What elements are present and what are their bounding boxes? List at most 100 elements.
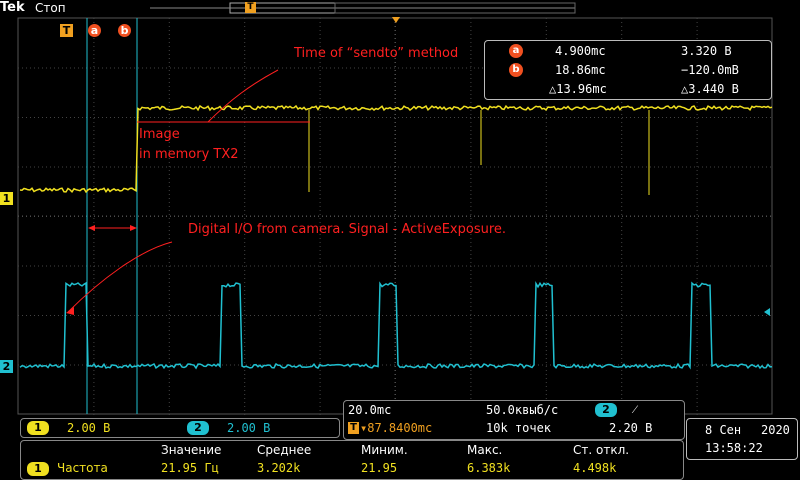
grid-dot	[168, 54, 170, 55]
grid-dot	[696, 274, 698, 275]
grid-dot	[686, 117, 687, 118]
grid-dot	[470, 270, 472, 271]
grid-dot	[244, 358, 246, 359]
trigger-marker[interactable]: T	[60, 24, 73, 37]
trigger-position[interactable]: ▾87.8400mc	[360, 421, 432, 435]
meas-name[interactable]: Частота	[57, 461, 108, 475]
grid-dot	[286, 265, 287, 267]
grid-dot	[696, 270, 698, 271]
grid-dot	[534, 166, 535, 168]
grid-dot	[174, 166, 175, 168]
grid-dot	[694, 117, 695, 118]
grid-dot	[319, 202, 321, 203]
grid-dot	[18, 364, 19, 366]
trigger-channel-badge[interactable]: 2	[595, 403, 617, 417]
grid-dot	[621, 34, 623, 35]
grid-dot	[22, 315, 23, 316]
grid-dot	[294, 265, 295, 267]
grid-dot	[545, 346, 547, 347]
trigger-slope-icon[interactable]: ⁄	[634, 402, 636, 417]
grid-dot	[319, 298, 321, 299]
grid-dot	[130, 166, 131, 168]
grid-dot	[168, 70, 170, 71]
grid-dot	[586, 364, 587, 366]
grid-dot	[93, 94, 95, 95]
grid-dot	[358, 265, 359, 267]
grid-dot	[218, 265, 219, 267]
grid-dot	[93, 406, 95, 407]
grid-dot	[318, 315, 319, 316]
meas-channel-badge[interactable]: 1	[27, 462, 49, 476]
grid-dot	[545, 310, 547, 311]
grid-dot	[38, 67, 39, 69]
grid-dot	[244, 42, 246, 43]
grid-dot	[244, 370, 246, 371]
grid-dot	[93, 114, 95, 115]
grid-dot	[696, 374, 698, 375]
grid-dot	[422, 364, 423, 366]
grid-dot	[545, 194, 547, 195]
grid-dot	[250, 166, 251, 168]
grid-dot	[319, 98, 321, 99]
ch1-scale[interactable]: 2.00 B	[67, 421, 110, 435]
grid-dot	[246, 315, 247, 316]
grid-dot	[226, 166, 227, 168]
grid-dot	[718, 166, 719, 168]
grid-dot	[244, 242, 246, 243]
ch2-scale[interactable]: 2.00 B	[227, 421, 270, 435]
grid-dot	[470, 74, 472, 75]
grid-dot	[110, 67, 111, 69]
grid-dot	[621, 154, 623, 155]
grid-dot	[230, 166, 231, 168]
grid-dot	[74, 364, 75, 366]
grid-dot	[470, 46, 472, 47]
ch2-badge[interactable]: 2	[187, 421, 209, 435]
grid-dot	[168, 86, 170, 87]
trigger-level[interactable]: 2.20 B	[609, 421, 652, 435]
grid-dot	[118, 166, 119, 168]
grid-dot	[62, 117, 63, 118]
record-length: 10k точек	[486, 421, 552, 435]
grid-dot	[621, 214, 623, 215]
grid-dot	[94, 117, 95, 118]
grid-dot	[319, 398, 321, 399]
grid-dot	[545, 246, 547, 247]
grid-dot	[322, 67, 323, 69]
grid-dot	[545, 258, 547, 259]
ch1-badge[interactable]: 1	[27, 421, 49, 435]
ch1-level-marker[interactable]: 1	[0, 192, 13, 205]
grid-dot	[630, 117, 631, 118]
grid-dot	[244, 22, 246, 23]
grid-dot	[682, 315, 683, 316]
grid-dot	[142, 117, 143, 118]
grid-dot	[93, 394, 95, 395]
grid-dot	[93, 250, 95, 251]
ch2-level-marker[interactable]: 2	[0, 360, 13, 373]
grid-dot	[354, 166, 355, 168]
grid-dot	[542, 265, 543, 267]
grid-dot	[42, 117, 43, 118]
grid-dot	[298, 315, 299, 316]
grid-dot	[342, 315, 343, 316]
grid-dot	[42, 166, 43, 168]
grid-dot	[168, 198, 170, 199]
grid-dot	[182, 265, 183, 267]
grid-dot	[244, 334, 246, 335]
grid-dot	[168, 162, 170, 163]
trigger-position-marker	[392, 17, 400, 23]
grid-dot	[110, 265, 111, 267]
grid-dot	[190, 117, 191, 118]
cursor-a-marker[interactable]: a	[88, 24, 101, 37]
grid-dot	[210, 117, 211, 118]
grid-dot	[118, 67, 119, 69]
grid-dot	[566, 166, 567, 168]
grid-dot	[210, 67, 211, 69]
grid-dot	[434, 166, 435, 168]
grid-dot	[93, 342, 95, 343]
timebase[interactable]: 20.0mc	[348, 403, 391, 417]
grid-dot	[286, 67, 287, 69]
grid-dot	[562, 265, 563, 267]
grid-dot	[378, 67, 379, 69]
grid-dot	[242, 117, 243, 118]
cursor-b-marker[interactable]: b	[118, 24, 131, 37]
